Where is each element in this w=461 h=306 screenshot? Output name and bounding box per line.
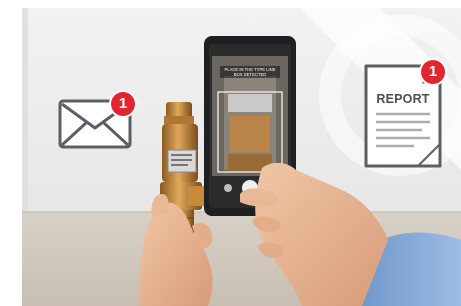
report-notification-badge: 1: [421, 60, 445, 84]
phone-screen-instruction: PLACE IN THE TYPE LINE BOX DETECTED: [220, 66, 280, 78]
report-label: REPORT: [376, 92, 430, 106]
photo-scene: 1 REPORT 1 PLACE IN THE TYPE LINE BOX DE…: [0, 0, 461, 306]
right-hand-holding-phone: [240, 162, 461, 306]
